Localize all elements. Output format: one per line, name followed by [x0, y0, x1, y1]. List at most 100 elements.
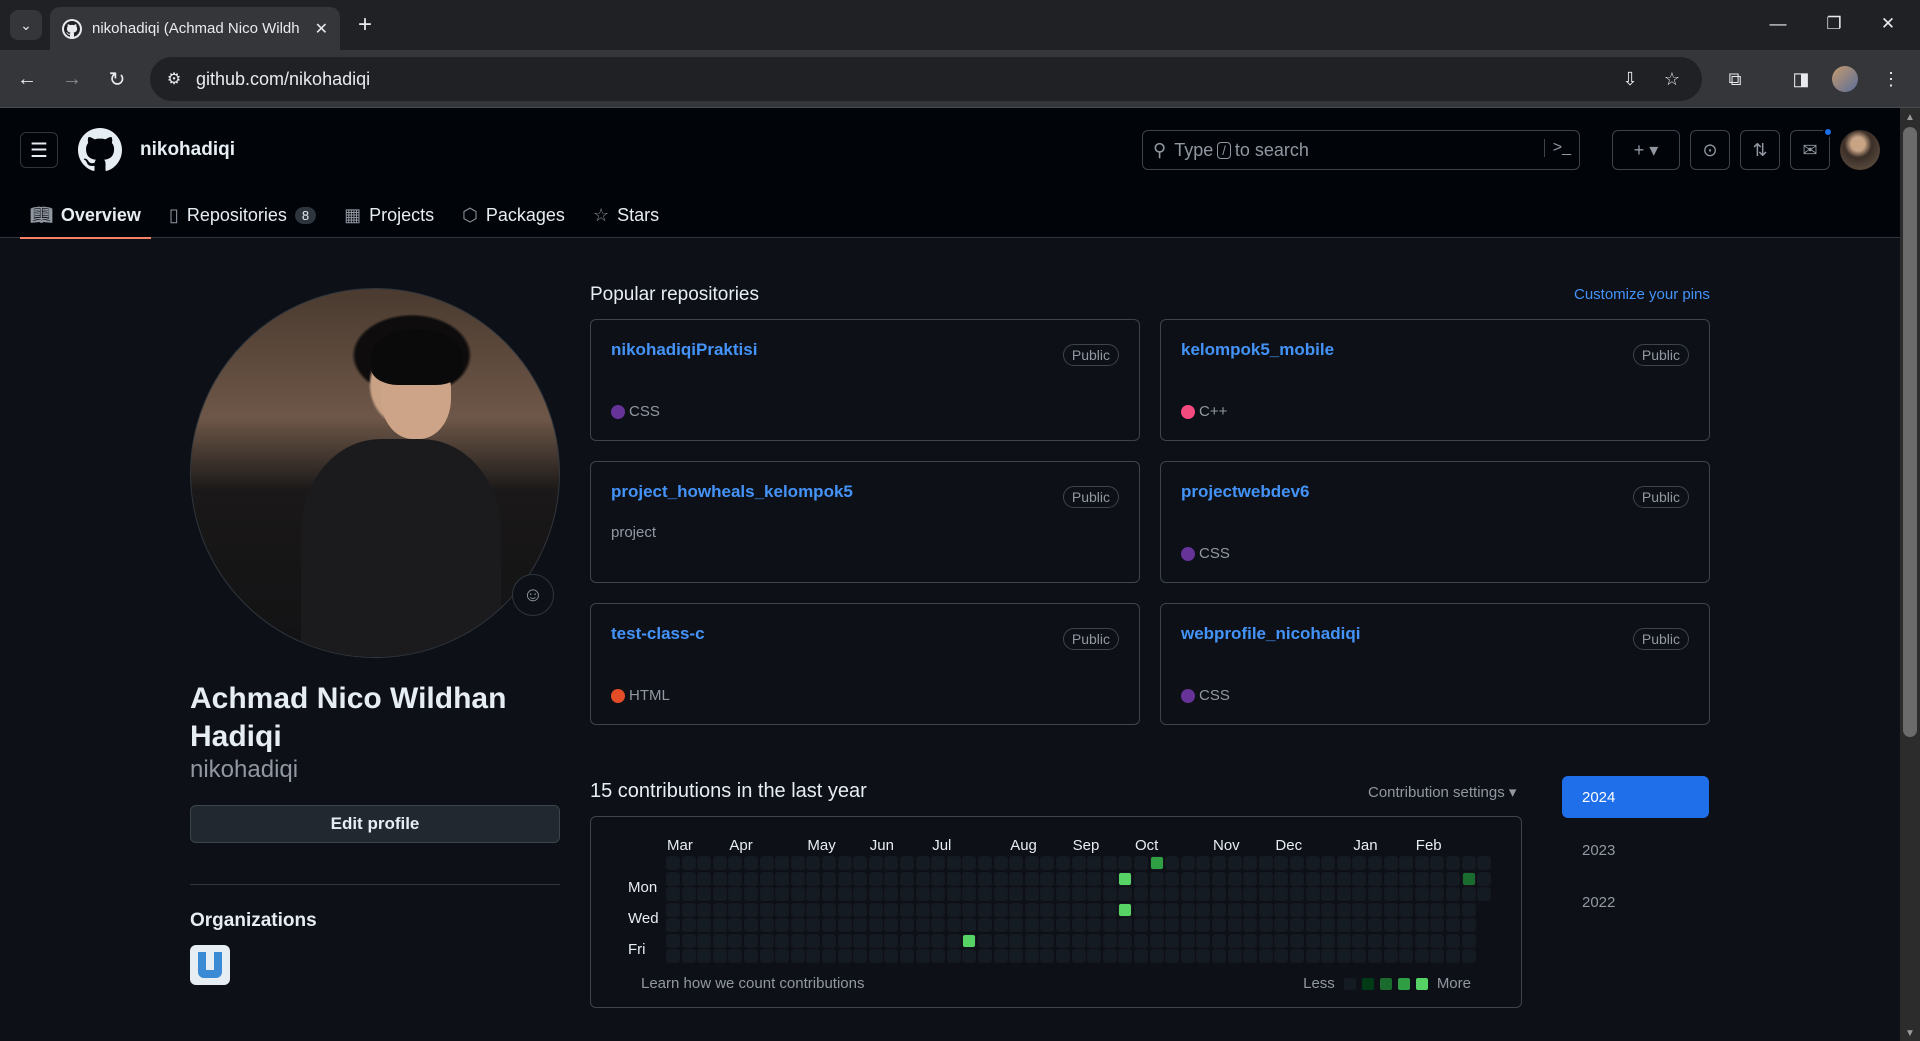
contribution-day-cell[interactable]	[1352, 887, 1367, 901]
contribution-day-cell[interactable]	[1430, 918, 1445, 932]
contribution-day-cell[interactable]	[1212, 949, 1226, 963]
contribution-day-cell[interactable]	[1149, 949, 1164, 963]
contribution-day-cell[interactable]	[666, 887, 680, 901]
contribution-day-cell[interactable]	[837, 856, 852, 870]
contribution-day-cell[interactable]	[1071, 918, 1086, 932]
contribution-day-cell[interactable]	[1024, 902, 1039, 917]
contribution-day-cell[interactable]	[697, 902, 712, 917]
contribution-day-cell[interactable]	[1118, 871, 1133, 886]
contribution-day-cell[interactable]	[1368, 887, 1382, 901]
contribution-day-cell[interactable]	[1087, 902, 1102, 917]
year-2024-button[interactable]: 2024	[1562, 776, 1709, 818]
contribution-day-cell[interactable]	[1196, 871, 1211, 886]
contribution-day-cell[interactable]	[806, 871, 821, 886]
contribution-day-cell[interactable]	[946, 856, 961, 870]
contribution-day-cell[interactable]	[931, 933, 946, 948]
tab-stars[interactable]: ☆ Stars	[583, 193, 669, 238]
new-tab-icon[interactable]: +	[352, 11, 378, 38]
contribution-day-cell[interactable]	[946, 871, 961, 886]
contribution-day-cell[interactable]	[837, 933, 852, 948]
contribution-day-cell[interactable]	[1321, 871, 1336, 886]
contribution-day-cell[interactable]	[993, 933, 1008, 948]
contribution-day-cell[interactable]	[1368, 933, 1382, 948]
contribution-day-cell[interactable]	[1087, 918, 1102, 932]
contribution-day-cell[interactable]	[744, 933, 758, 948]
contribution-day-cell[interactable]	[1149, 933, 1164, 948]
contribution-day-cell[interactable]	[1274, 871, 1289, 886]
contribution-day-cell[interactable]	[822, 887, 836, 901]
contribution-day-cell[interactable]	[775, 902, 790, 917]
contribution-day-cell[interactable]	[1274, 949, 1289, 963]
address-bar[interactable]: ⚙ github.com/nikohadiqi ⇩ ☆	[150, 57, 1702, 101]
restore-icon[interactable]: ❐	[1814, 8, 1854, 40]
contribution-day-cell[interactable]	[837, 949, 852, 963]
contribution-day-cell[interactable]	[1212, 918, 1226, 932]
contribution-day-cell[interactable]	[1321, 887, 1336, 901]
contribution-day-cell[interactable]	[837, 918, 852, 932]
contribution-day-cell[interactable]	[1399, 949, 1414, 963]
contribution-day-cell[interactable]	[1243, 856, 1258, 870]
contribution-day-cell[interactable]	[1368, 918, 1382, 932]
contribution-day-cell[interactable]	[1227, 887, 1242, 901]
contribution-day-cell[interactable]	[1102, 902, 1117, 917]
contribution-day-cell[interactable]	[806, 918, 821, 932]
user-avatar-button[interactable]	[1840, 130, 1880, 170]
contribution-day-cell[interactable]	[1383, 856, 1398, 870]
contribution-day-cell[interactable]	[1180, 871, 1195, 886]
contribution-day-cell[interactable]	[666, 871, 680, 886]
contribution-day-cell[interactable]	[1368, 871, 1382, 886]
contribution-day-cell[interactable]	[1071, 856, 1086, 870]
contribution-day-cell[interactable]	[681, 902, 696, 917]
contribution-day-cell[interactable]	[1227, 949, 1242, 963]
contribution-day-cell[interactable]	[868, 918, 883, 932]
contribution-day-cell[interactable]	[1321, 933, 1336, 948]
repo-name-link[interactable]: nikohadiqiPraktisi	[611, 340, 757, 360]
contribution-day-cell[interactable]	[915, 902, 930, 917]
contribution-day-cell[interactable]	[900, 856, 914, 870]
contribution-day-cell[interactable]	[1087, 871, 1102, 886]
contribution-day-cell[interactable]	[853, 918, 868, 932]
contribution-day-cell[interactable]	[1040, 933, 1055, 948]
contribution-day-cell[interactable]	[1040, 887, 1055, 901]
contribution-day-cell[interactable]	[868, 887, 883, 901]
contribution-day-cell[interactable]	[915, 871, 930, 886]
contribution-day-cell[interactable]	[884, 887, 899, 901]
contribution-day-cell[interactable]	[712, 871, 727, 886]
contribution-day-cell[interactable]	[1414, 933, 1429, 948]
contribution-day-cell[interactable]	[712, 856, 727, 870]
contribution-day-cell[interactable]	[712, 918, 727, 932]
contribution-day-cell[interactable]	[946, 949, 961, 963]
close-tab-icon[interactable]: ✕	[315, 19, 328, 39]
contribution-day-cell[interactable]	[962, 918, 977, 932]
contribution-day-cell[interactable]	[837, 902, 852, 917]
contribution-day-cell[interactable]	[1430, 856, 1445, 870]
contribution-day-cell[interactable]	[1477, 887, 1492, 901]
contribution-day-cell[interactable]	[1258, 871, 1273, 886]
contribution-day-cell[interactable]	[1461, 871, 1476, 886]
contribution-day-cell[interactable]	[1446, 902, 1460, 917]
contribution-day-cell[interactable]	[1321, 918, 1336, 932]
contribution-day-cell[interactable]	[1243, 918, 1258, 932]
contribution-day-cell[interactable]	[1461, 949, 1476, 963]
contribution-day-cell[interactable]	[1071, 933, 1086, 948]
contribution-day-cell[interactable]	[1165, 856, 1180, 870]
contribution-day-cell[interactable]	[1446, 887, 1460, 901]
contribution-day-cell[interactable]	[962, 887, 977, 901]
contribution-day-cell[interactable]	[1352, 902, 1367, 917]
contribution-day-cell[interactable]	[1040, 871, 1055, 886]
contribution-day-cell[interactable]	[759, 887, 774, 901]
contribution-day-cell[interactable]	[712, 887, 727, 901]
site-info-icon[interactable]: ⚙	[158, 63, 190, 95]
scrollbar-thumb[interactable]	[1903, 127, 1917, 737]
contribution-day-cell[interactable]	[915, 856, 930, 870]
contribution-day-cell[interactable]	[790, 902, 805, 917]
contribution-day-cell[interactable]	[681, 949, 696, 963]
repo-name-link[interactable]: project_howheals_kelompok5	[611, 482, 853, 502]
contribution-day-cell[interactable]	[1290, 949, 1304, 963]
contribution-day-cell[interactable]	[697, 933, 712, 948]
contribution-day-cell[interactable]	[1134, 918, 1148, 932]
contribution-day-cell[interactable]	[978, 949, 992, 963]
contribution-day-cell[interactable]	[1399, 918, 1414, 932]
contribution-day-cell[interactable]	[1290, 918, 1304, 932]
contribution-day-cell[interactable]	[868, 856, 883, 870]
